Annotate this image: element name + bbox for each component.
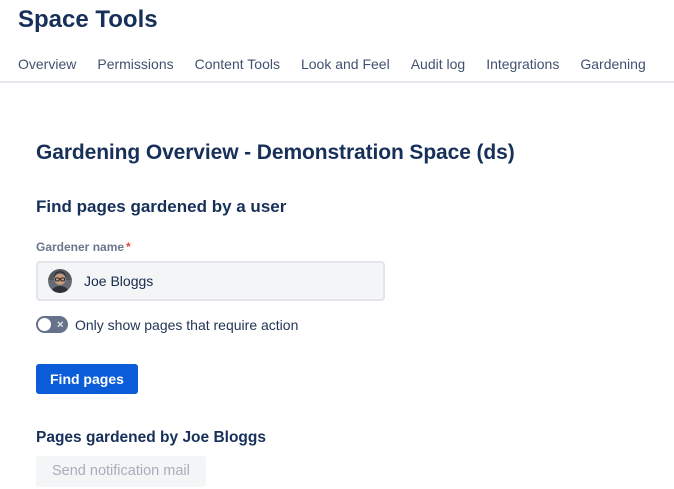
send-notification-mail-button[interactable]: Send notification mail (36, 456, 206, 487)
gardening-overview-heading: Gardening Overview - Demonstration Space… (36, 141, 674, 165)
find-pages-heading: Find pages gardened by a user (36, 197, 674, 217)
tab-integrations[interactable]: Integrations (486, 56, 559, 72)
user-avatar (48, 269, 72, 293)
find-pages-button[interactable]: Find pages (36, 364, 138, 394)
toggle-label: Only show pages that require action (75, 317, 298, 333)
gardener-name-label-text: Gardener name (36, 240, 124, 254)
main-content: Gardening Overview - Demonstration Space… (0, 83, 674, 487)
tab-gardening[interactable]: Gardening (580, 56, 645, 72)
tab-audit-log[interactable]: Audit log (411, 56, 465, 72)
results-heading: Pages gardened by Joe Bloggs (36, 429, 674, 447)
tab-look-and-feel[interactable]: Look and Feel (301, 56, 390, 72)
toggle-cross-icon: ✕ (56, 320, 64, 329)
tab-content-tools[interactable]: Content Tools (195, 56, 280, 72)
toggle-row: ✕ Only show pages that require action (36, 316, 674, 333)
tab-overview[interactable]: Overview (18, 56, 76, 72)
toggle-knob (38, 318, 51, 331)
gardener-name-label: Gardener name* (36, 240, 674, 254)
page-title: Space Tools (18, 5, 674, 35)
require-action-toggle[interactable]: ✕ (36, 316, 68, 333)
space-tools-tab-bar: Overview Permissions Content Tools Look … (0, 56, 674, 83)
required-asterisk: * (126, 240, 131, 254)
gardener-name-input[interactable]: Joe Bloggs (36, 261, 385, 301)
page-header: Space Tools (0, 0, 674, 35)
selected-user-name: Joe Bloggs (84, 273, 153, 289)
tab-permissions[interactable]: Permissions (97, 56, 173, 72)
